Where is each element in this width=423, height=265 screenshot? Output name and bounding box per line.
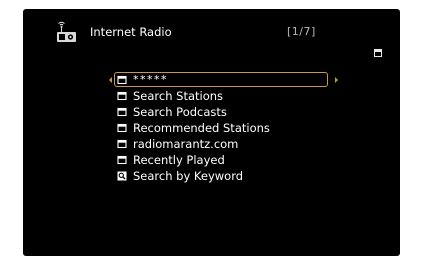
list-item-label: Search Podcasts [133, 105, 227, 119]
folder-icon [117, 139, 127, 149]
folder-icon [117, 91, 127, 101]
internet-radio-icon [57, 21, 76, 42]
list-item-label: Search Stations [133, 89, 224, 103]
folder-icon [117, 107, 127, 117]
list-item-search-podcasts[interactable]: Search Podcasts [117, 104, 227, 120]
internet-radio-screen: Internet Radio [1/7] ***** Search Statio… [23, 9, 400, 256]
folder-icon [117, 123, 127, 133]
list-item-label: ***** [133, 73, 168, 86]
page-title: Internet Radio [90, 25, 172, 39]
folder-icon [117, 75, 127, 84]
list-item-label: radiomarantz.com [133, 137, 239, 151]
list-item-favorites[interactable]: ***** [114, 72, 328, 87]
list-item-label: Search by Keyword [133, 169, 244, 183]
list-item-radiomarantz[interactable]: radiomarantz.com [117, 136, 238, 152]
list-item-label: Recommended Stations [133, 121, 270, 135]
search-keyword-icon [117, 171, 127, 181]
folder-icon [374, 49, 382, 57]
list-item-search-stations[interactable]: Search Stations [117, 88, 223, 104]
list-item-recommended-stations[interactable]: Recommended Stations [117, 120, 270, 136]
folder-icon [117, 155, 127, 165]
list-item-search-by-keyword[interactable]: Search by Keyword [117, 168, 243, 184]
scroll-left-arrow-icon[interactable] [109, 77, 112, 83]
scroll-right-arrow-icon[interactable] [335, 77, 338, 83]
list-item-label: Recently Played [133, 153, 225, 167]
list-item-recently-played[interactable]: Recently Played [117, 152, 225, 168]
page-indicator: [1/7] [287, 25, 316, 38]
